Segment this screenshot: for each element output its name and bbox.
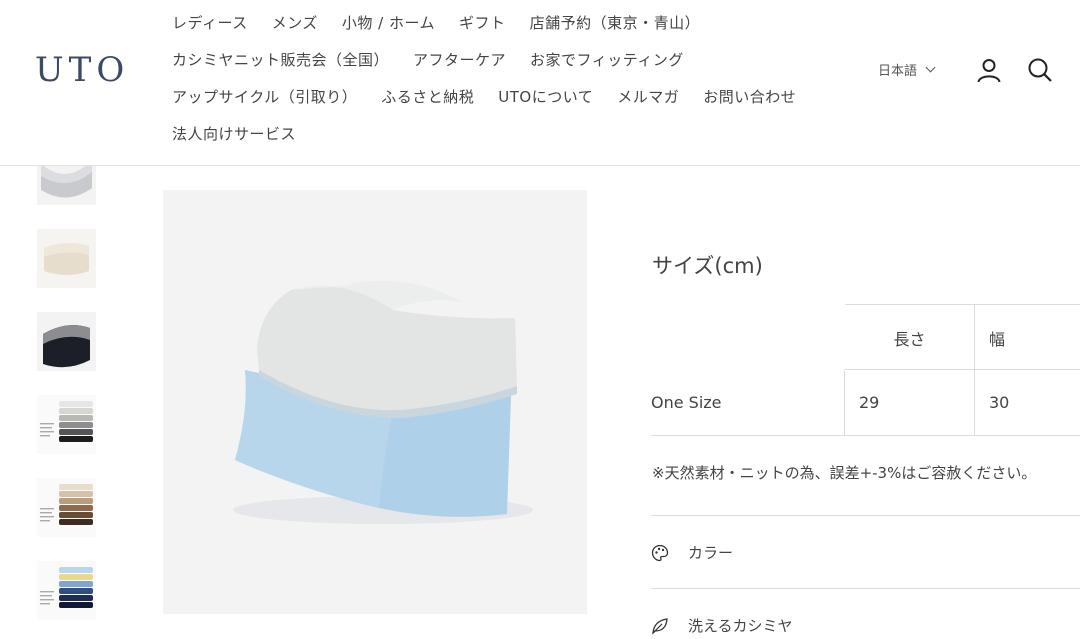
site-header: UTO レディース メンズ 小物 / ホーム ギフト 店舗予約（東京・青山） カ… — [0, 0, 1080, 166]
size-tolerance-note: ※天然素材・ニットの為、誤差+-3%はご容赦ください。 — [652, 464, 1037, 482]
table-header-width: 幅 — [989, 329, 1006, 349]
nav-item-furusato-tax[interactable]: ふるさと納税 — [381, 86, 474, 107]
nav-row: アップサイクル（引取り） ふるさと納税 UTOについて メルマガ お問い合わせ — [172, 78, 832, 115]
product-thumbnail[interactable] — [37, 395, 96, 454]
account-icon[interactable] — [976, 57, 1002, 83]
table-cell-width: 30 — [989, 393, 1010, 412]
divider — [651, 588, 1080, 589]
table-header-length: 長さ — [845, 305, 975, 370]
nav-row: カシミヤニット販売会（全国） アフターケア お家でフィッティング — [172, 41, 832, 78]
nav-item-corporate[interactable]: 法人向けサービス — [172, 123, 296, 144]
accordion-washable-label: 洗えるカシミヤ — [688, 617, 793, 635]
accordion-color[interactable]: カラー — [651, 542, 733, 563]
nav-item-newsletter[interactable]: メルマガ — [617, 86, 679, 107]
nav-item-contact[interactable]: お問い合わせ — [703, 86, 796, 107]
nav-row: 法人向けサービス — [172, 115, 832, 152]
nav-item-home-fitting[interactable]: お家でフィッティング — [530, 49, 684, 70]
size-chart-title: サイズ(cm) — [652, 254, 763, 278]
size-table: 長さ 幅 One Size 29 30 — [651, 304, 1080, 436]
leaf-icon — [652, 617, 668, 635]
nav-item-store-reservation[interactable]: 店舗予約（東京・青山） — [530, 12, 701, 33]
main-nav: レディース メンズ 小物 / ホーム ギフト 店舗予約（東京・青山） カシミヤニ… — [172, 4, 832, 152]
palette-icon — [651, 544, 669, 561]
product-thumbnail[interactable] — [37, 478, 96, 537]
table-row: One Size 29 30 — [651, 370, 1080, 436]
divider — [651, 515, 1080, 516]
accordion-color-label: カラー — [688, 544, 734, 562]
nav-item-cashmere-sale[interactable]: カシミヤニット販売会（全国） — [172, 49, 389, 70]
table-cell-length: 29 — [845, 370, 975, 435]
nav-item-about[interactable]: UTOについて — [498, 86, 593, 107]
site-logo[interactable]: UTO — [35, 50, 129, 90]
nav-item-ladies[interactable]: レディース — [172, 12, 248, 33]
nav-item-gift[interactable]: ギフト — [459, 12, 506, 33]
product-thumbnail[interactable] — [37, 312, 96, 371]
language-label: 日本語 — [878, 64, 918, 79]
main-product-image[interactable] — [163, 190, 587, 614]
table-row-label: One Size — [651, 370, 845, 435]
nav-item-accessories-home[interactable]: 小物 / ホーム — [342, 12, 435, 33]
language-selector[interactable]: 日本語 — [878, 60, 936, 79]
product-thumbnail[interactable] — [37, 561, 96, 620]
nav-item-mens[interactable]: メンズ — [272, 12, 318, 33]
nav-row: レディース メンズ 小物 / ホーム ギフト 店舗予約（東京・青山） — [172, 4, 832, 41]
nav-item-aftercare[interactable]: アフターケア — [413, 49, 506, 70]
table-header-row: 長さ 幅 — [845, 304, 1080, 370]
product-thumbnail[interactable] — [37, 229, 96, 288]
accordion-washable-cashmere[interactable]: 洗えるカシミヤ — [651, 615, 793, 636]
nav-item-upcycle[interactable]: アップサイクル（引取り） — [172, 86, 357, 107]
chevron-down-icon — [925, 62, 936, 73]
search-icon[interactable] — [1027, 57, 1053, 83]
